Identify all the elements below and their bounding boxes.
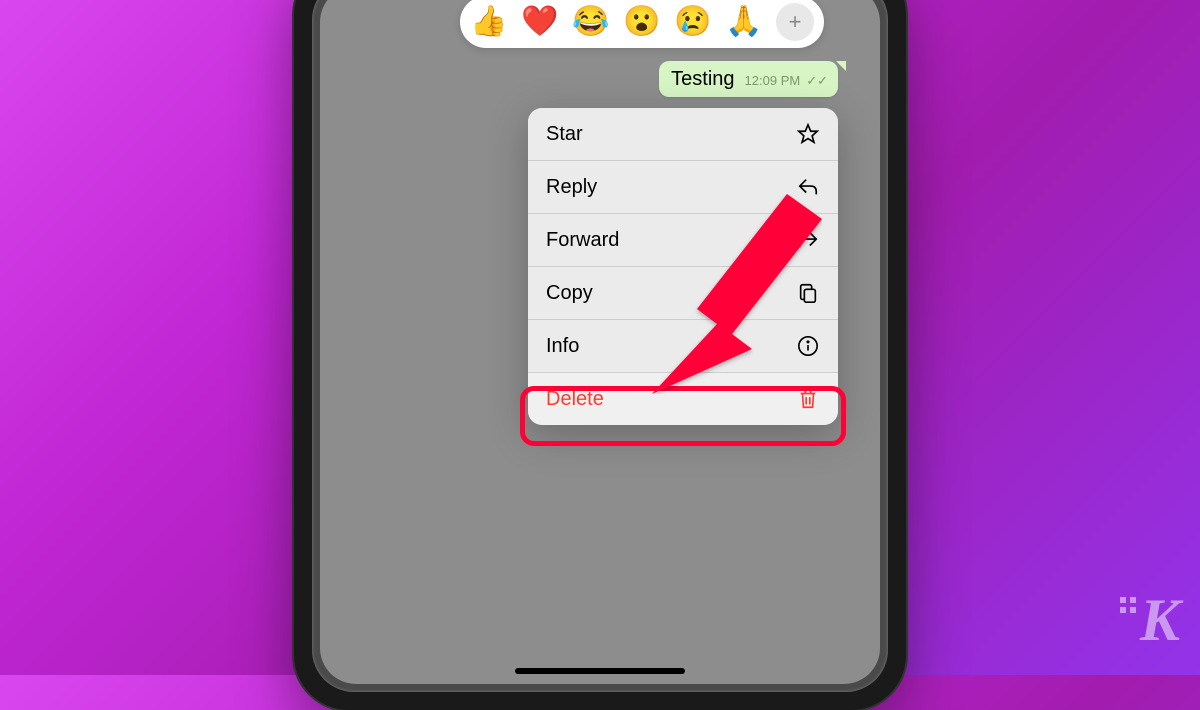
phone-frame: 👍 ❤️ 😂 😮 😢 🙏 + Testing 12:09 PM ✓✓ Star — [294, 0, 906, 710]
menu-item-copy[interactable]: Copy — [528, 267, 838, 320]
info-icon — [796, 334, 820, 358]
context-menu: Star Reply Forward — [528, 108, 838, 425]
menu-item-reply[interactable]: Reply — [528, 161, 838, 214]
home-indicator[interactable] — [515, 668, 685, 674]
forward-icon — [796, 228, 820, 252]
menu-item-star[interactable]: Star — [528, 108, 838, 161]
phone-bezel: 👍 ❤️ 😂 😮 😢 🙏 + Testing 12:09 PM ✓✓ Star — [312, 0, 888, 692]
reaction-thumbs-up[interactable]: 👍 — [470, 7, 507, 37]
reaction-add-button[interactable]: + — [776, 3, 814, 41]
reaction-laugh[interactable]: 😂 — [572, 7, 609, 37]
copy-icon — [796, 281, 820, 305]
menu-item-forward[interactable]: Forward — [528, 214, 838, 267]
menu-label: Reply — [546, 176, 597, 199]
reply-icon — [796, 175, 820, 199]
watermark-dots — [1120, 597, 1136, 613]
message-bubble[interactable]: Testing 12:09 PM ✓✓ — [659, 61, 838, 97]
star-icon — [796, 122, 820, 146]
reaction-sad[interactable]: 😢 — [674, 7, 711, 37]
watermark-logo: K — [1140, 586, 1180, 655]
trash-icon — [796, 387, 820, 411]
reaction-heart[interactable]: ❤️ — [521, 7, 558, 37]
reaction-bar: 👍 ❤️ 😂 😮 😢 🙏 + — [460, 0, 824, 48]
reaction-pray[interactable]: 🙏 — [725, 7, 762, 37]
menu-item-delete[interactable]: Delete — [528, 373, 838, 425]
phone-screen: 👍 ❤️ 😂 😮 😢 🙏 + Testing 12:09 PM ✓✓ Star — [320, 0, 880, 684]
read-receipt-icon: ✓✓ — [806, 73, 828, 89]
menu-label: Star — [546, 123, 583, 146]
menu-label: Delete — [546, 388, 604, 411]
menu-label: Info — [546, 335, 579, 358]
message-text: Testing — [671, 68, 734, 91]
menu-item-info[interactable]: Info — [528, 320, 838, 373]
reaction-surprised[interactable]: 😮 — [623, 7, 660, 37]
menu-label: Forward — [546, 229, 619, 252]
menu-label: Copy — [546, 282, 593, 305]
message-time: 12:09 PM — [745, 73, 801, 88]
